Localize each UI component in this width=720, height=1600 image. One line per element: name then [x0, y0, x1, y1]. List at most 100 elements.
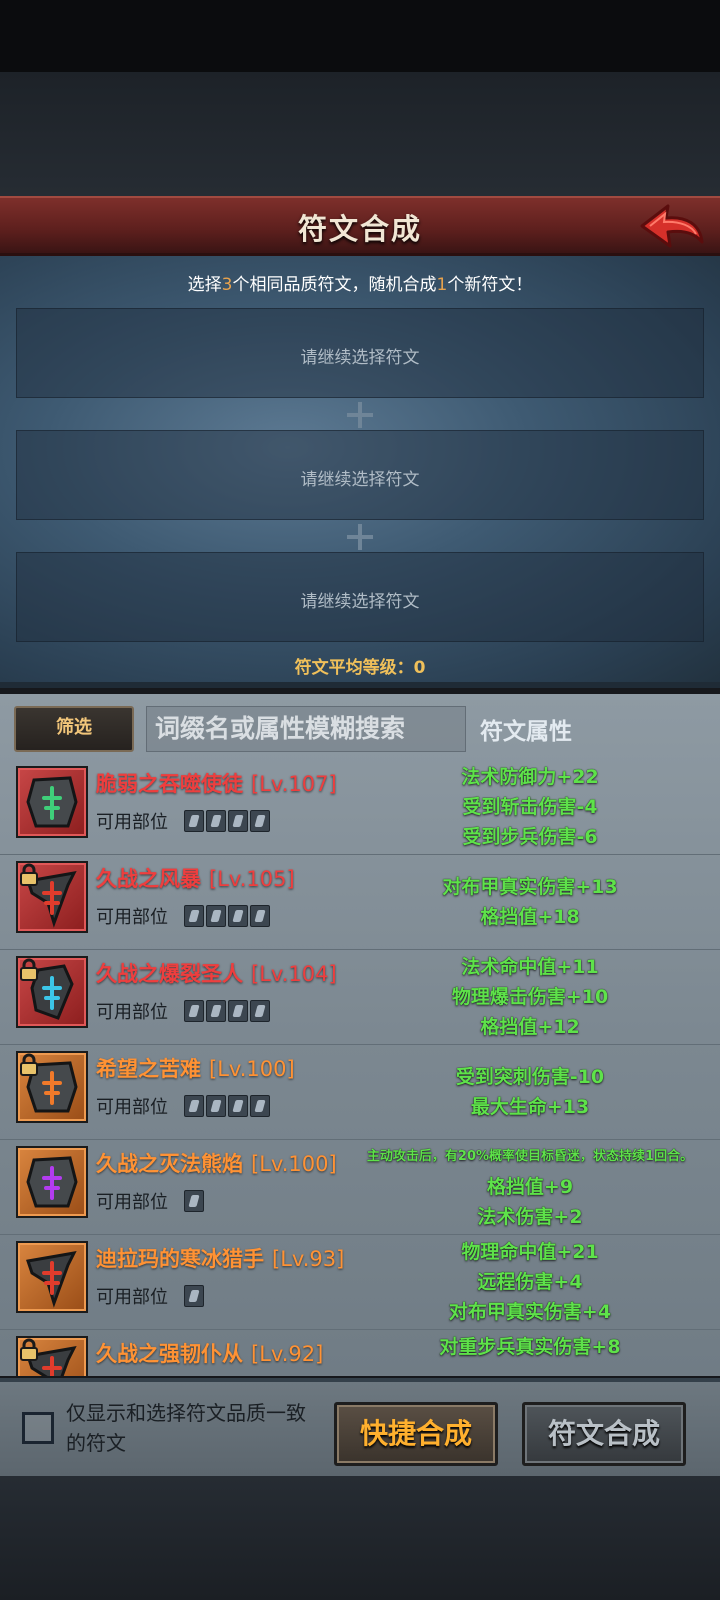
rune-level: [Lv.100] [251, 1152, 337, 1176]
rune-row[interactable]: 久战之风暴 [Lv.105] 可用部位 对布甲真实伤害+13 格挡值+18 [0, 855, 720, 950]
lock-icon [20, 958, 38, 981]
rune-name: 久战之灭法熊焰 [Lv.100] [96, 1148, 337, 1178]
rune-stats: 主动攻击后，有20%概率使目标昏迷，状态持续1回合。 格挡值+9 法术伤害+2 [340, 1142, 720, 1232]
equipment-part-icon [184, 1095, 204, 1117]
checkbox-label: 仅显示和选择符文品质一致的符文 [66, 1401, 306, 1455]
rune-name-text: 久战之爆裂圣人 [96, 962, 243, 986]
rune-slot-2[interactable]: 请继续选择符文 [16, 430, 704, 520]
stat-line: 受到斩击伤害-4 [462, 796, 598, 818]
stat-line: 格挡值+9 [486, 1176, 574, 1198]
header-bar: 符文合成 [0, 196, 720, 256]
stat-line: 物理爆击伤害+10 [451, 986, 609, 1008]
rune-level: [Lv.105] [209, 867, 295, 891]
rune-row[interactable]: 希望之苦难 [Lv.100] 可用部位 受到突刺伤害-10 最大生命+13 [0, 1045, 720, 1140]
footer-bar: 仅显示和选择符文品质一致的符文 快捷合成 符文合成 [0, 1378, 720, 1476]
equipment-part-icon [228, 1000, 248, 1022]
rune-name: 久战之风暴 [Lv.105] [96, 863, 295, 893]
plus-icon [347, 524, 373, 550]
rune-row[interactable]: 脆弱之吞噬使徒 [Lv.107] 可用部位 法术防御力+22 受到斩击伤害-4 受到步兵伤… [0, 760, 720, 855]
stat-line: 法术命中值+11 [461, 956, 599, 978]
parts-label: 可用部位 [96, 1097, 168, 1118]
rune-icon-frame [16, 1051, 88, 1123]
stat-line: 对重步兵真实伤害+8 [439, 1336, 621, 1358]
equipment-part-icon [206, 1095, 226, 1117]
rune-name: 久战之爆裂圣人 [Lv.104] [96, 958, 337, 988]
same-quality-checkbox[interactable] [22, 1412, 54, 1444]
filter-button[interactable]: 筛选 [14, 706, 134, 752]
rune-stats: 对布甲真实伤害+13 格挡值+18 [340, 872, 720, 932]
status-bar-area [0, 0, 720, 72]
parts-label: 可用部位 [96, 907, 168, 928]
parts-label: 可用部位 [96, 1287, 168, 1308]
rune-name-text: 久战之灭法熊焰 [96, 1152, 243, 1176]
rune-row[interactable]: 久战之灭法熊焰 [Lv.100] 可用部位 主动攻击后，有20%概率使目标昏迷，状态持… [0, 1140, 720, 1235]
equipment-part-icon [228, 810, 248, 832]
stat-line: 格挡值+18 [480, 906, 580, 928]
rune-name: 久战之强韧仆从 [Lv.92] [96, 1338, 323, 1368]
rune-icon-frame [16, 1146, 88, 1218]
quick-synthesis-button[interactable]: 快捷合成 [334, 1402, 498, 1466]
stat-line: 受到突刺伤害-10 [455, 1066, 605, 1088]
rune-row[interactable]: 久战之爆裂圣人 [Lv.104] 可用部位 法术命中值+11 物理爆击伤害+10 格挡值+… [0, 950, 720, 1045]
stat-line: 对布甲真实伤害+4 [448, 1301, 612, 1323]
equipment-part-icon [228, 1095, 248, 1117]
rune-stats: 受到突刺伤害-10 最大生命+13 [340, 1062, 720, 1122]
lock-icon [20, 1053, 38, 1076]
parts-icons [184, 905, 270, 927]
rune-name: 希望之苦难 [Lv.100] [96, 1053, 295, 1083]
rune-row[interactable]: 久战之强韧仆从 [Lv.92] 对重步兵真实伤害+8 [0, 1330, 720, 1376]
stat-line: 受到步兵伤害-6 [462, 826, 598, 848]
lock-icon [20, 1338, 38, 1361]
parts-icons [184, 1000, 270, 1022]
equipment-part-icon [250, 1095, 270, 1117]
rune-icon-frame [16, 766, 88, 838]
back-button[interactable] [638, 202, 706, 254]
rune-level: [Lv.93] [272, 1247, 345, 1271]
back-arrow-icon [640, 204, 704, 248]
equipment-part-icon [184, 810, 204, 832]
rune-slot-3[interactable]: 请继续选择符文 [16, 552, 704, 642]
equipment-part-icon [250, 905, 270, 927]
slot-placeholder: 请继续选择符文 [300, 470, 420, 490]
rune-slot-1[interactable]: 请继续选择符文 [16, 308, 704, 398]
stat-line: 对布甲真实伤害+13 [442, 876, 618, 898]
rune-level: [Lv.104] [251, 962, 337, 986]
instruction-text: 选择3个相同品质符文，随机合成1个新符文！ [187, 275, 533, 295]
rune-synthesis-button[interactable]: 符文合成 [522, 1402, 686, 1466]
search-input[interactable] [146, 706, 466, 752]
stat-line: 最大生命+13 [470, 1096, 590, 1118]
rune-list-panel: 筛选 符文属性 脆弱之吞噬使徒 [Lv.107] 可用部位 法术防御力+22 受到斩击伤… [0, 694, 720, 1376]
stat-line: 法术防御力+22 [461, 766, 599, 788]
rune-level: [Lv.100] [209, 1057, 295, 1081]
rune-icon-frame [16, 1336, 88, 1376]
parts-icons [184, 1095, 270, 1117]
parts-label: 可用部位 [96, 1002, 168, 1023]
background-top [0, 72, 720, 196]
rune-name-text: 希望之苦难 [96, 1057, 201, 1081]
parts-label: 可用部位 [96, 812, 168, 833]
attr-column-title: 符文属性 [480, 719, 572, 745]
equipment-part-icon [184, 1285, 204, 1307]
stat-line: 远程伤害+4 [477, 1271, 583, 1293]
rune-icon-frame [16, 861, 88, 933]
rune-stats: 物理命中值+21 远程伤害+4 对布甲真实伤害+4 [340, 1237, 720, 1327]
rune-stats: 法术命中值+11 物理爆击伤害+10 格挡值+12 [340, 952, 720, 1042]
parts-label: 可用部位 [96, 1192, 168, 1213]
parts-icons [184, 1285, 204, 1307]
rune-icon-frame [16, 956, 88, 1028]
stat-line: 法术伤害+2 [477, 1206, 583, 1228]
equipment-part-icon [206, 1000, 226, 1022]
plus-icon [347, 402, 373, 428]
lock-icon [20, 863, 38, 886]
equipment-part-icon [206, 905, 226, 927]
rune-stats: 法术防御力+22 受到斩击伤害-4 受到步兵伤害-6 [340, 762, 720, 852]
parts-icons [184, 810, 270, 832]
rune-list[interactable]: 脆弱之吞噬使徒 [Lv.107] 可用部位 法术防御力+22 受到斩击伤害-4 受到步兵伤… [0, 760, 720, 1376]
rune-name-text: 久战之强韧仆从 [96, 1342, 243, 1366]
slot-placeholder: 请继续选择符文 [300, 592, 420, 612]
rune-icon-frame [16, 1241, 88, 1313]
rune-row[interactable]: 迪拉玛的寒冰猎手 [Lv.93] 可用部位 物理命中值+21 远程伤害+4 对布甲真实伤害… [0, 1235, 720, 1330]
equipment-part-icon [184, 1000, 204, 1022]
rune-icon [26, 1251, 77, 1308]
rune-stats: 对重步兵真实伤害+8 [340, 1332, 720, 1362]
